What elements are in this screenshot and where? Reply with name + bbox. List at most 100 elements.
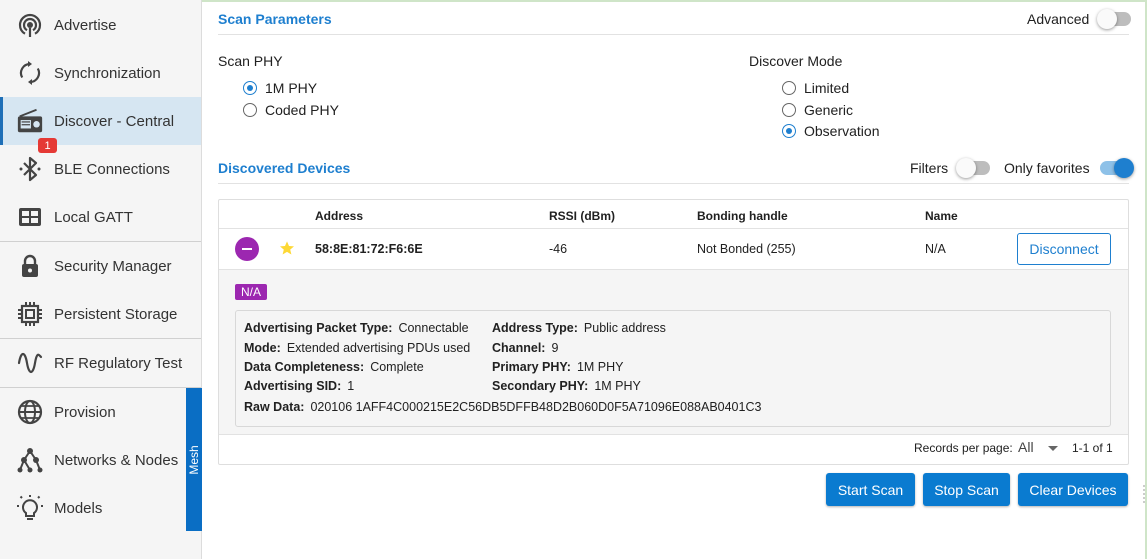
detail-adv-sid: Advertising SID: 1 <box>244 379 355 393</box>
radio-button[interactable] <box>782 81 796 95</box>
radio-label: Coded PHY <box>265 102 339 118</box>
lock-icon <box>16 252 44 280</box>
sidebar-item-security-manager[interactable]: Security Manager <box>0 242 201 290</box>
records-per-page-select[interactable]: All <box>1018 439 1034 455</box>
stop-scan-button[interactable]: Stop Scan <box>923 473 1010 506</box>
radio-observation[interactable]: Observation <box>782 123 879 139</box>
divider <box>218 34 1129 35</box>
detail-data-completeness: Data Completeness: Complete <box>244 360 424 374</box>
top-border <box>202 0 1147 2</box>
radio-label: Limited <box>804 80 850 96</box>
radio-button[interactable] <box>243 81 257 95</box>
sidebar-item-persistent-storage[interactable]: Persistent Storage <box>0 290 201 338</box>
column-header-rssi: RSSI (dBm) <box>549 209 615 223</box>
radio-button[interactable] <box>782 124 796 138</box>
toggle-knob <box>956 158 977 178</box>
sidebar-item-ble-connections[interactable]: 1 BLE Connections <box>0 138 201 193</box>
name-chip: N/A <box>235 284 268 300</box>
only-favorites-toggle[interactable] <box>1099 158 1134 178</box>
remove-favorite-button[interactable] <box>235 237 259 261</box>
toggle-knob <box>1097 9 1118 29</box>
chevron-down-icon[interactable] <box>1048 446 1058 451</box>
filters-label: Filters <box>910 160 949 176</box>
radio-label: Observation <box>804 123 880 139</box>
scan-phy-label: Scan PHY <box>218 53 283 69</box>
mesh-tab[interactable]: Mesh <box>186 388 202 531</box>
radio-label: Generic <box>804 102 854 118</box>
sidebar-item-models[interactable]: Models <box>0 484 186 532</box>
sidebar-item-label: Provision <box>54 403 116 421</box>
disconnect-button[interactable]: Disconnect <box>1017 233 1111 265</box>
sidebar-item-discover-central[interactable]: Discover - Central <box>0 97 201 145</box>
main-panel: Scan Parameters Advanced Scan PHY 1M PHY… <box>202 0 1147 559</box>
start-scan-button[interactable]: Start Scan <box>826 473 915 506</box>
clear-devices-button[interactable]: Clear Devices <box>1018 473 1128 506</box>
radio-1m-phy[interactable]: 1M PHY <box>243 80 317 96</box>
detail-raw-data: Raw Data: 020106 1AFF4C000215E2C56DB5DFFB… <box>244 400 762 414</box>
sidebar-item-label: BLE Connections <box>54 160 170 178</box>
column-header-bonding: Bonding handle <box>697 209 788 223</box>
detail-mode: Mode: Extended advertising PDUs used <box>244 341 471 355</box>
device-name: N/A <box>925 242 946 256</box>
detail-secondary-phy: Secondary PHY: 1M PHY <box>492 379 641 393</box>
sidebar-item-provision[interactable]: Provision <box>0 388 186 436</box>
notification-badge: 1 <box>38 138 57 153</box>
radio-button[interactable] <box>243 103 257 117</box>
detail-adv-packet-type: Advertising Packet Type: Connectable <box>244 321 469 335</box>
radio-icon <box>16 107 44 135</box>
chip-icon <box>16 300 44 328</box>
advanced-toggle[interactable] <box>1097 9 1132 29</box>
lightbulb-icon <box>16 494 44 522</box>
expanded-row-details: N/A Advertising Packet Type: Connectable … <box>219 270 1128 434</box>
sidebar-item-label: Persistent Storage <box>54 305 178 323</box>
detail-primary-phy: Primary PHY: 1M PHY <box>492 360 624 374</box>
scan-parameters-title: Scan Parameters <box>218 11 332 27</box>
sidebar: Advertise Synchronization Discover - Cen… <box>0 0 202 559</box>
radio-generic[interactable]: Generic <box>782 102 853 118</box>
star-icon[interactable] <box>279 240 295 256</box>
sidebar-item-label: Discover - Central <box>54 112 175 130</box>
radio-coded-phy[interactable]: Coded PHY <box>243 102 339 118</box>
column-header-name: Name <box>925 209 958 223</box>
sidebar-item-networks-nodes[interactable]: Networks & Nodes <box>0 436 186 484</box>
table-icon <box>16 203 44 231</box>
discovered-devices-title: Discovered Devices <box>218 160 351 176</box>
sidebar-item-label: Models <box>54 499 103 517</box>
discover-mode-label: Discover Mode <box>749 53 843 69</box>
globe-icon <box>16 398 44 426</box>
divider <box>218 183 1129 184</box>
sidebar-item-advertise[interactable]: Advertise <box>0 1 201 49</box>
detail-channel: Channel: 9 <box>492 341 559 355</box>
sidebar-item-local-gatt[interactable]: Local GATT <box>0 193 201 241</box>
device-address: 58:8E:81:72:F6:6E <box>315 242 423 256</box>
sidebar-item-rf-regulatory-test[interactable]: RF Regulatory Test <box>0 339 201 387</box>
radio-label: 1M PHY <box>265 80 318 96</box>
divider <box>219 434 1128 435</box>
sidebar-item-synchronization[interactable]: Synchronization <box>0 49 201 97</box>
network-icon <box>16 446 44 474</box>
radio-limited[interactable]: Limited <box>782 80 849 96</box>
sidebar-item-label: Advertise <box>54 16 117 34</box>
advanced-toggle-row: Advanced <box>1027 9 1132 29</box>
filters-toggle-row: Filters <box>910 158 991 178</box>
only-favorites-toggle-row: Only favorites <box>1004 158 1134 178</box>
bluetooth-icon <box>16 155 44 183</box>
only-favorites-label: Only favorites <box>1004 160 1090 176</box>
advertise-icon <box>16 11 44 39</box>
sidebar-item-label: RF Regulatory Test <box>54 354 183 372</box>
column-header-address: Address <box>315 209 364 223</box>
sidebar-item-label: Local GATT <box>54 208 133 226</box>
divider <box>219 228 1128 229</box>
resize-handle[interactable] <box>1142 484 1146 504</box>
sync-icon <box>16 59 44 87</box>
mesh-tab-label: Mesh <box>187 444 201 475</box>
filters-toggle[interactable] <box>956 158 991 178</box>
advanced-label: Advanced <box>1027 11 1090 27</box>
advertising-details: Advertising Packet Type: Connectable Mode… <box>235 310 1111 427</box>
radio-button[interactable] <box>782 103 796 117</box>
app-root: Advertise Synchronization Discover - Cen… <box>0 0 1147 559</box>
sine-wave-icon <box>16 349 44 377</box>
pagination-range: 1-1 of 1 <box>1072 441 1113 455</box>
toggle-knob <box>1113 158 1134 178</box>
sidebar-item-label: Networks & Nodes <box>54 451 179 469</box>
